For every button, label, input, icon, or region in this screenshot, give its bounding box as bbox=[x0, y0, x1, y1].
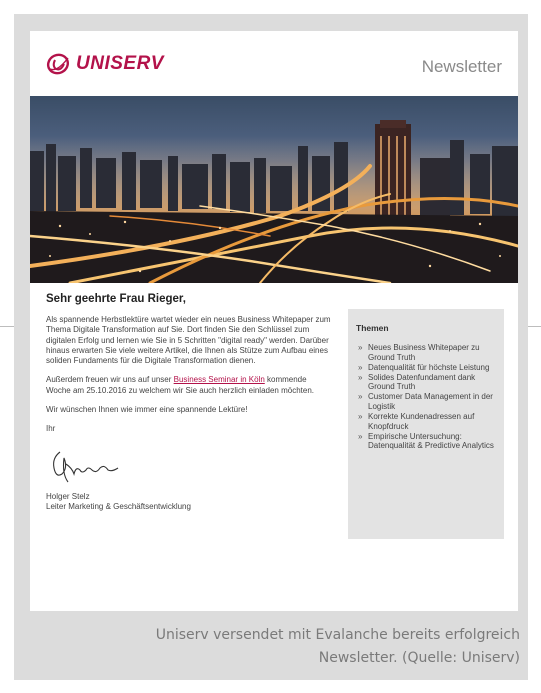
signature-icon bbox=[53, 451, 119, 483]
paragraph-closing-wish: Wir wünschen Ihnen wie immer eine spanne… bbox=[46, 405, 248, 415]
themen-list: » Neues Business Whitepaper zu Ground Tru… bbox=[356, 343, 498, 452]
paragraph-intro: Als spannende Herbstlektüre wartet wiede… bbox=[46, 315, 331, 366]
themen-item-label: Neues Business Whitepaper zu Ground Trut… bbox=[368, 343, 480, 362]
themen-item-label: Solides Datenfundament dank Ground Truth bbox=[368, 372, 476, 392]
themen-item[interactable]: » Korrekte Kundenadressen auf Knopfdruck bbox=[356, 412, 498, 431]
themen-item-label: Datenqualität für höchste Leistung bbox=[368, 362, 490, 372]
salutation: Sehr geehrte Frau Rieger, bbox=[46, 293, 186, 305]
paragraph-seminar: Außerdem freuen wir uns auf unser Busine… bbox=[46, 375, 331, 396]
paragraph-seminar-text-before: Außerdem freuen wir uns auf unser bbox=[46, 375, 174, 385]
themen-title: Themen bbox=[356, 323, 389, 333]
closing-word: Ihr bbox=[46, 424, 56, 434]
handwritten-signature bbox=[46, 444, 331, 486]
themen-item-label: Customer Data Management in der Logistik bbox=[368, 392, 493, 412]
themen-item-label: Korrekte Kundenadressen auf Knopfdruck bbox=[368, 412, 475, 431]
sender-name: Holger Stelz bbox=[46, 491, 90, 501]
themen-item-label: Empirische Untersuchung: Datenqualität &… bbox=[368, 431, 494, 451]
themen-sidebar: Themen » Neues Business Whitepaper zu Gro… bbox=[348, 309, 504, 539]
brand-name: UNISERV bbox=[76, 53, 164, 74]
bullet-icon: » bbox=[358, 362, 363, 372]
bullet-icon: » bbox=[358, 412, 363, 422]
newsletter-label: Newsletter bbox=[421, 57, 502, 76]
bullet-icon: » bbox=[358, 392, 363, 402]
caption-line-2: Newsletter. (Quelle: Uniserv) bbox=[318, 650, 520, 666]
seminar-link[interactable]: Business Seminar in Köln bbox=[174, 375, 265, 384]
uniserv-logo-icon bbox=[46, 53, 70, 75]
themen-item[interactable]: » Empirische Untersuchung: Datenqualität … bbox=[356, 432, 498, 451]
newsletter-card: UNISERV Newsletter Sehr geehrte Frau Rie… bbox=[30, 31, 518, 611]
hero-image bbox=[30, 96, 518, 283]
themen-item[interactable]: » Solides Datenfundament dank Ground Trut… bbox=[356, 373, 498, 392]
newsletter-header: UNISERV Newsletter bbox=[30, 31, 518, 96]
themen-item[interactable]: » Neues Business Whitepaper zu Ground Tru… bbox=[356, 343, 498, 362]
city-night-image bbox=[30, 96, 518, 283]
bullet-icon: » bbox=[358, 372, 363, 382]
brand-logo[interactable]: UNISERV bbox=[46, 51, 164, 77]
sender-title: Leiter Marketing & Geschäftsentwicklung bbox=[46, 501, 191, 511]
bullet-icon: » bbox=[358, 343, 363, 352]
bullet-icon: » bbox=[358, 431, 363, 441]
letter-body: Sehr geehrte Frau Rieger, Als spannende … bbox=[46, 293, 331, 512]
themen-item[interactable]: » Customer Data Management in der Logisti… bbox=[356, 392, 498, 411]
image-caption: Uniserv versendet mit Evalanche bereits … bbox=[50, 624, 520, 670]
themen-item[interactable]: » Datenqualität für höchste Leistung bbox=[356, 363, 498, 373]
caption-line-1: Uniserv versendet mit Evalanche bereits … bbox=[155, 627, 520, 643]
